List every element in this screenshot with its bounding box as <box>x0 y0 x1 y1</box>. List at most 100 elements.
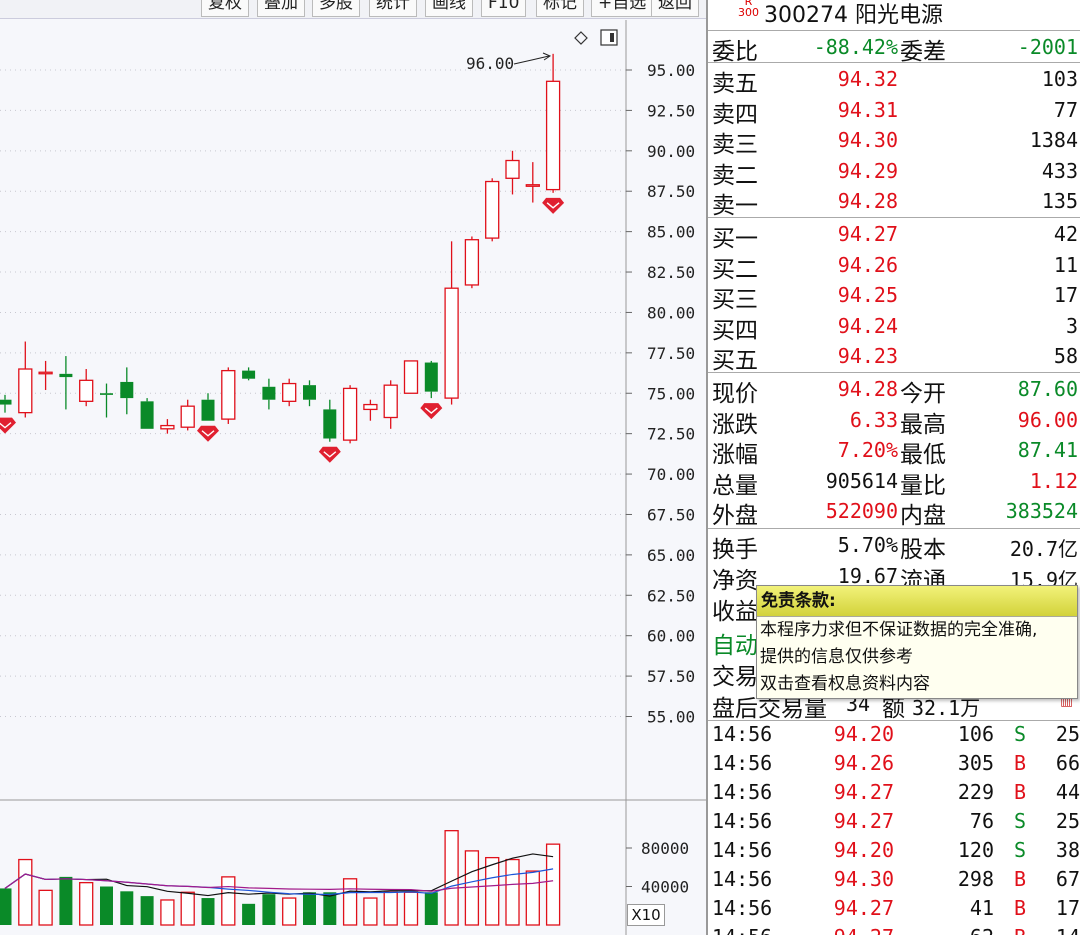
volume-bar <box>262 894 276 925</box>
candle[interactable] <box>424 360 438 399</box>
window-toggle-icon[interactable] <box>600 29 618 46</box>
candle-body <box>282 382 297 402</box>
quote-panel: R 300 300274 阳光电源 委比 -88.42% 委差 -2001 卖五 9… <box>706 0 1080 935</box>
candle[interactable] <box>262 378 276 410</box>
tick-side: B <box>1014 867 1027 891</box>
bid-row: 买三 94.25 17 <box>708 280 1080 313</box>
stat-label: 涨幅 <box>712 442 758 468</box>
candle[interactable] <box>38 360 53 391</box>
candle[interactable] <box>525 162 540 203</box>
stat-value: 96.00 <box>1017 407 1078 432</box>
price-tick-label: 95.00 <box>647 61 695 80</box>
candle[interactable] <box>282 378 297 407</box>
volume-bar <box>38 889 53 926</box>
candle[interactable] <box>160 419 175 434</box>
bid-price: 94.25 <box>837 283 898 307</box>
tick-row[interactable]: 14:56 94.26 305 B 66 <box>708 751 1080 780</box>
tick-side: S <box>1014 722 1027 746</box>
candle[interactable] <box>59 356 73 410</box>
candle[interactable] <box>383 380 398 429</box>
volume-bar <box>444 830 459 926</box>
tick-row[interactable]: 14:56 94.20 106 S 25 <box>708 722 1080 751</box>
price-tick-label: 75.00 <box>647 384 695 403</box>
tick-row[interactable]: 14:56 94.30 298 B 67 <box>708 867 1080 896</box>
bid-row: 买五 94.23 58 <box>708 341 1080 374</box>
candle[interactable] <box>242 367 256 381</box>
tick-row[interactable]: 14:56 94.20 120 S 38 <box>708 838 1080 867</box>
bid-volume: 58 <box>1053 344 1078 368</box>
candle[interactable] <box>323 399 337 442</box>
ask-volume: 1384 <box>1029 128 1078 152</box>
tick-side: B <box>1014 780 1027 804</box>
volume-multiplier-badge[interactable]: X10 <box>627 904 665 926</box>
candle[interactable] <box>120 367 134 415</box>
bid-price: 94.26 <box>837 252 898 277</box>
price-tick-label: 90.00 <box>647 142 695 161</box>
tick-row[interactable]: 14:56 94.27 41 B 17 <box>708 896 1080 925</box>
tick-count: 17 <box>1055 896 1080 920</box>
stat-value: 6.33 <box>849 407 898 432</box>
candle[interactable] <box>505 150 520 195</box>
volume-bar <box>282 897 297 926</box>
tick-time: 14:56 <box>712 925 772 935</box>
bid-label: 买三 <box>712 287 758 313</box>
tick-count: 38 <box>1055 838 1080 862</box>
candle[interactable] <box>342 385 358 444</box>
volume-bar <box>525 870 540 926</box>
stat-row: 外盘 522090 内盘 383524 <box>708 496 1080 529</box>
candle[interactable] <box>0 394 12 413</box>
tick-volume: 120 <box>957 838 994 862</box>
candle-body <box>140 401 154 429</box>
candle-body <box>424 362 438 392</box>
r-badge: R 300 <box>738 0 759 19</box>
candle-body <box>59 373 73 378</box>
candle-body <box>545 80 561 191</box>
candle-body <box>383 384 398 419</box>
signal-marker-icon <box>420 403 443 420</box>
tick-time: 14:56 <box>712 751 773 775</box>
bid-volume: 11 <box>1053 252 1078 277</box>
tick-volume: 298 <box>957 867 994 891</box>
volume-bar <box>303 892 316 925</box>
volume-bar <box>18 858 33 926</box>
volume-bar <box>79 882 94 926</box>
diamond-icon[interactable] <box>574 31 588 45</box>
candle[interactable] <box>303 380 316 407</box>
candlestick-chart[interactable]: 95.00 92.50 90.00 87.50 85.00 82.50 80.00 77.50… <box>0 0 706 935</box>
candle[interactable] <box>545 53 561 193</box>
candle[interactable] <box>464 236 480 289</box>
bid-label: 买四 <box>712 317 758 344</box>
candle-body <box>464 239 480 286</box>
tick-time: 14:56 <box>712 780 773 804</box>
stat-row: 涨跌 6.33 最高 96.00 <box>708 405 1080 438</box>
tick-count: 67 <box>1055 867 1080 891</box>
candle[interactable] <box>180 399 195 431</box>
volume-bar <box>201 898 215 925</box>
candle[interactable] <box>444 241 459 405</box>
disclaimer-tooltip[interactable]: 免责条款: 本程序力求但不保证数据的完全准确, 提供的信息仅供参考 双击查看权息… <box>756 585 1078 699</box>
candle[interactable] <box>485 178 500 242</box>
candle-body <box>180 405 195 428</box>
price-tick-label: 60.00 <box>647 627 695 646</box>
stat-value: 5.70% <box>837 533 898 557</box>
candle[interactable] <box>201 393 215 421</box>
tick-price: 94.30 <box>833 867 894 891</box>
volume-bar <box>363 897 378 926</box>
candle[interactable] <box>363 399 378 421</box>
ask-row: 卖一 94.28 135 <box>708 186 1080 219</box>
candle[interactable] <box>403 360 419 394</box>
stock-header: R 300 300274 阳光电源 <box>708 0 1080 30</box>
tick-row[interactable]: 14:56 94.27 76 S 25 <box>708 809 1080 838</box>
candle-body <box>303 385 316 400</box>
ask-volume: 135 <box>1041 189 1078 213</box>
price-tick-label: 70.00 <box>647 465 695 484</box>
candle[interactable] <box>100 383 113 418</box>
stat-row: 总量 905614 量比 1.12 <box>708 466 1080 499</box>
tick-row[interactable]: 14:56 94.27 62 B 14 <box>708 925 1080 935</box>
tick-row[interactable]: 14:56 94.27 229 B 44 <box>708 780 1080 809</box>
candle[interactable] <box>221 367 236 424</box>
candle[interactable] <box>79 369 94 407</box>
candle[interactable] <box>140 398 154 429</box>
tick-price: 94.20 <box>833 838 894 862</box>
price-tick-label: 87.50 <box>647 182 695 201</box>
